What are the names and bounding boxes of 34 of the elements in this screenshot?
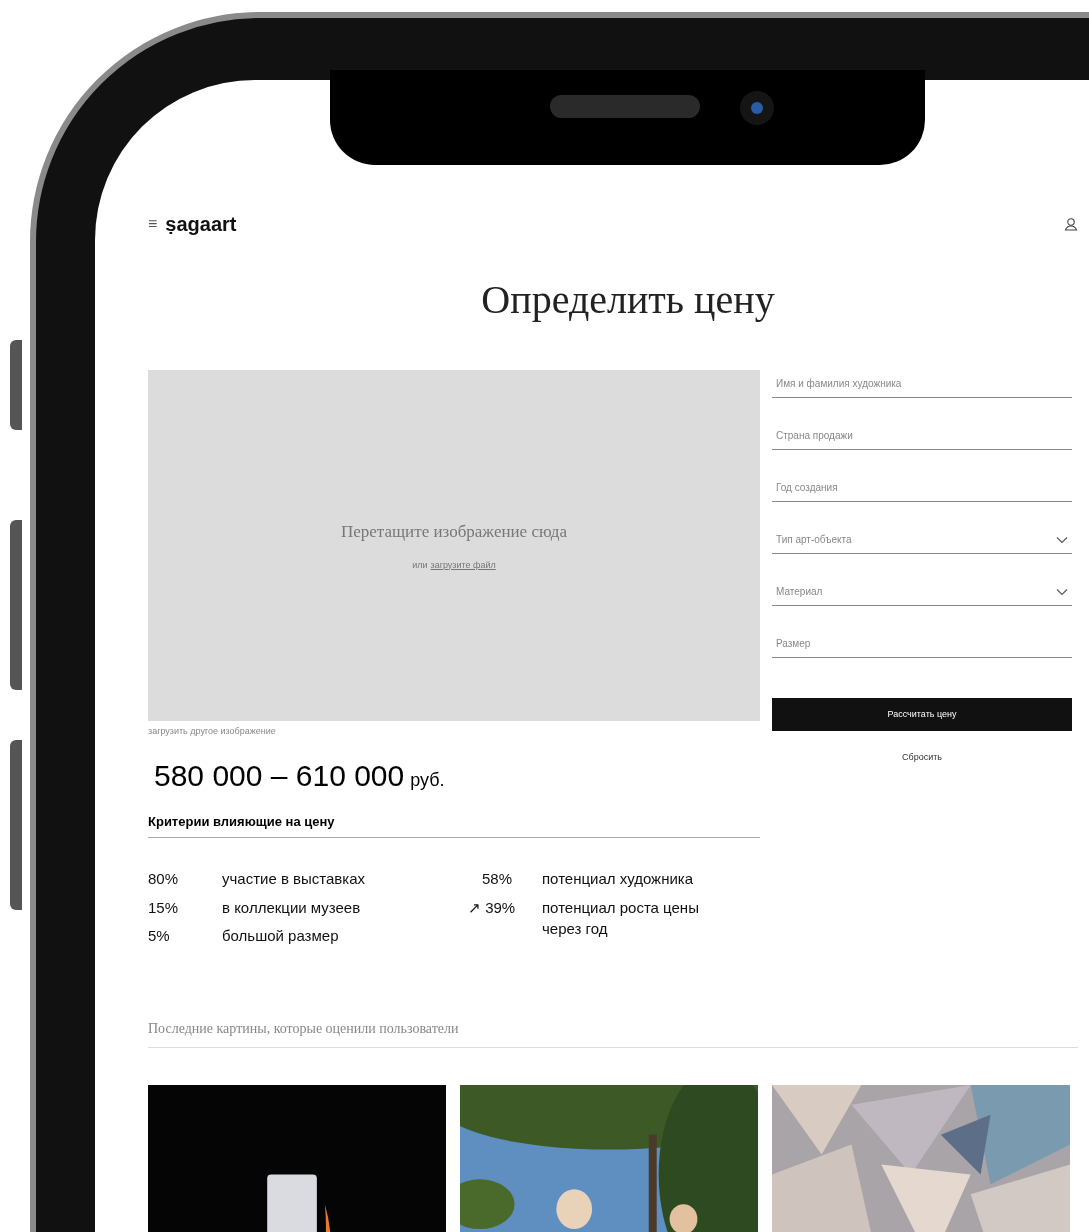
criterion-percent: 80% (148, 869, 180, 889)
price-range: 580 000 – 610 000 (154, 757, 405, 794)
select-field[interactable]: Тип арт-объекта (772, 526, 1072, 554)
page-title: Определить цену (480, 280, 776, 320)
criterion-percent: 58% (481, 870, 512, 887)
section-heading: Последние картины, которые оценили пользователи (148, 1017, 1078, 1048)
criterion-percent: ↗ 39% (468, 898, 516, 916)
input-field[interactable]: Страна продажи (772, 422, 1072, 450)
user-icon[interactable] (1064, 217, 1078, 231)
currency: руб. (410, 768, 445, 792)
criterion-label: потенциал роста цены через год (542, 897, 700, 940)
replace-image-link[interactable]: загрузить другое изображение (148, 725, 760, 739)
criterion-label: большой размер (222, 926, 339, 946)
select-field[interactable]: Материал (772, 578, 1072, 606)
menu-button[interactable]: ≡ (148, 216, 158, 232)
input-field[interactable]: Год создания (772, 474, 1072, 502)
criteria-heading: Критерии влияющие на цену (148, 811, 760, 838)
input-field[interactable]: Размер (772, 630, 1072, 658)
input-field[interactable]: Имя и фамилия художника (772, 370, 1072, 398)
chevron-icon (1056, 588, 1068, 596)
criterion-percent: 5% (148, 926, 171, 946)
criterion-label: участие в выставках (222, 869, 366, 889)
upload-prompt: Перетащите изображение сюда (341, 521, 567, 543)
criterion-percent: 15% (148, 897, 180, 918)
speaker-icon (550, 95, 700, 118)
logo[interactable]: ṣagaart (165, 209, 237, 239)
reset-button[interactable]: Сбросить (902, 751, 942, 765)
criterion-label: потенциал художника (542, 869, 695, 889)
criterion-label: в коллекции музеев (222, 897, 361, 918)
upload-hint: или (412, 558, 428, 572)
calculate-button[interactable]: Рассчитать цену (772, 698, 1072, 731)
upload-area[interactable]: Перетащите изображение сюда или загрузите файл (148, 370, 760, 721)
upload-link[interactable]: загрузите файл (430, 558, 496, 572)
chevron-icon (1056, 536, 1068, 544)
